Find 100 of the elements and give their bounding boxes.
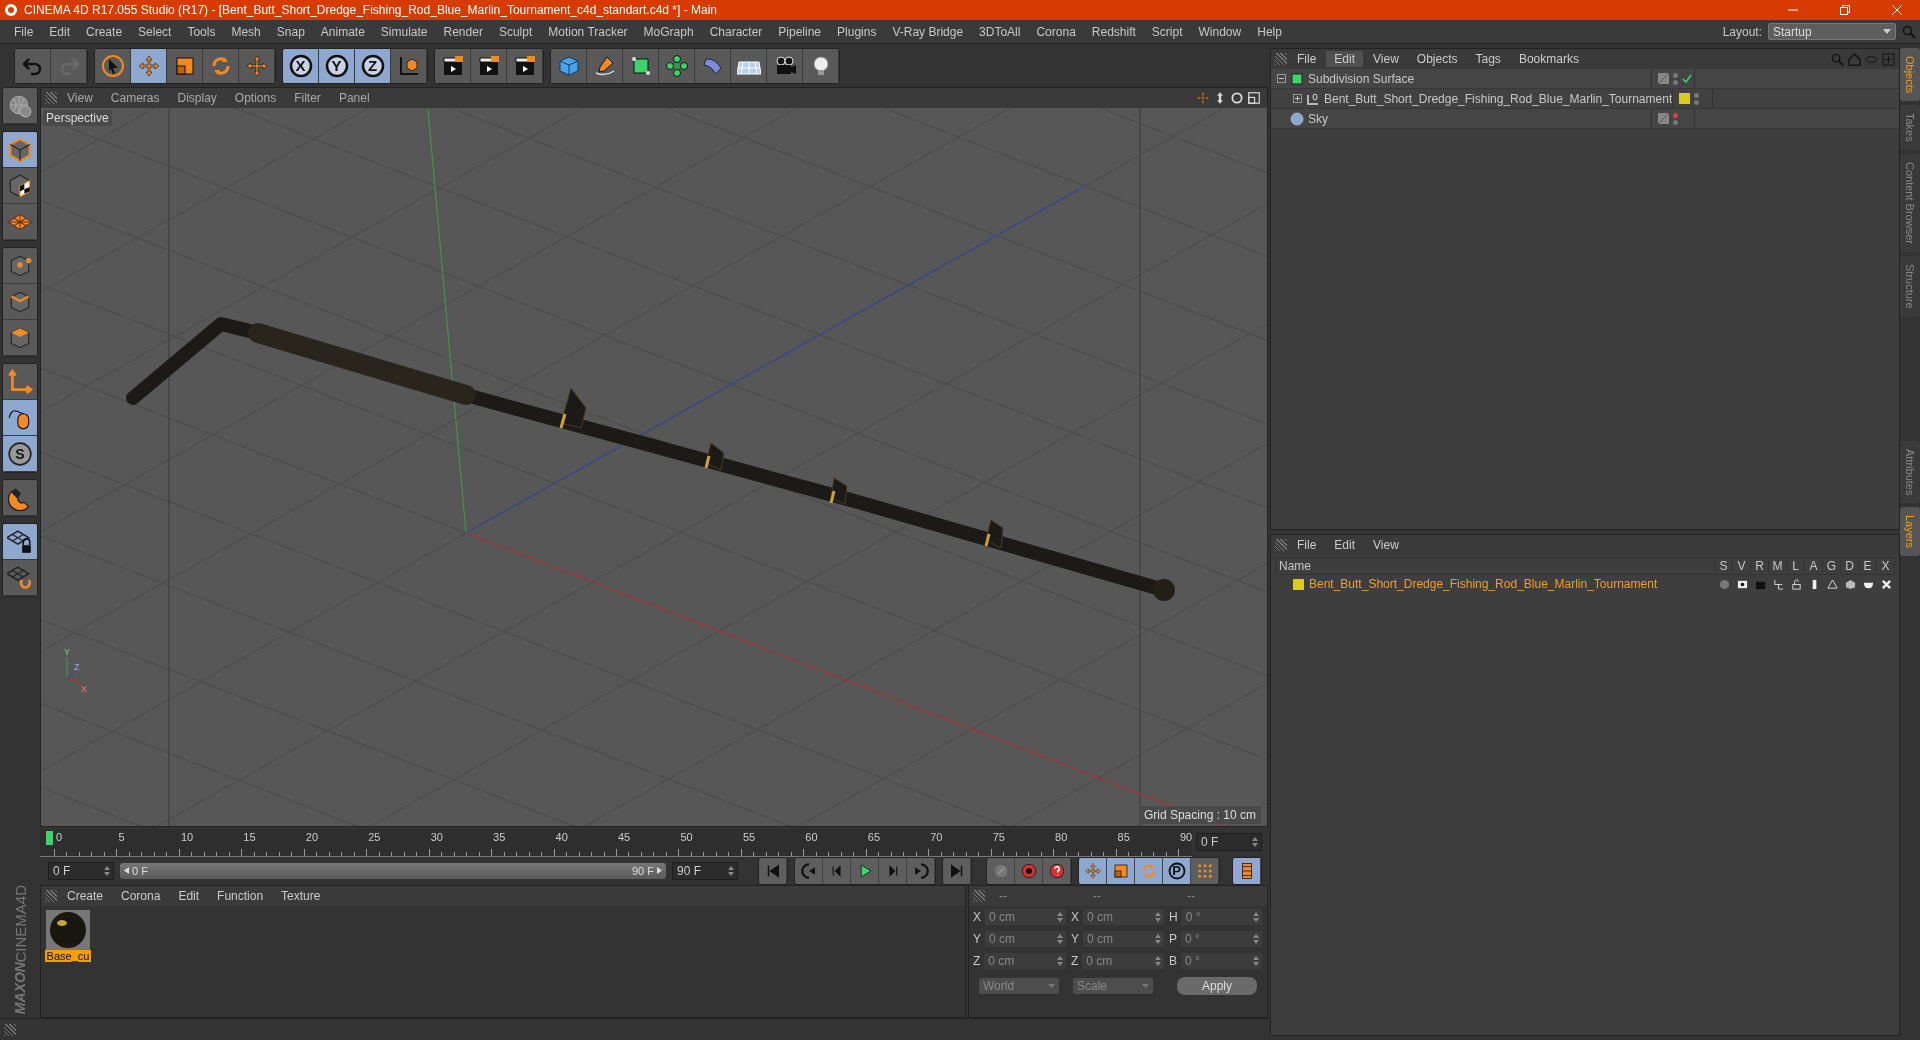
material-menu-item[interactable]: Texture [273, 887, 329, 904]
tool-button[interactable] [167, 48, 203, 83]
menu-item[interactable]: Redshift [1083, 21, 1144, 42]
menu-item[interactable]: MoGraph [635, 21, 702, 42]
tool-button[interactable] [731, 48, 767, 83]
spinner-icon[interactable] [1057, 955, 1063, 966]
tool-button[interactable] [3, 204, 37, 241]
spinner-icon[interactable] [1252, 837, 1258, 848]
material-preview[interactable] [46, 909, 90, 950]
tool-button[interactable]: Y [319, 48, 355, 83]
menu-item[interactable]: Edit [41, 21, 79, 42]
pyramid-icon[interactable] [1826, 578, 1838, 590]
menu-item[interactable]: Animate [312, 21, 373, 42]
grip-handle[interactable] [1275, 53, 1287, 65]
menu-item[interactable]: Help [1249, 21, 1290, 42]
menu-item[interactable]: Render [435, 21, 491, 42]
object-menu-item[interactable]: Bookmarks [1510, 51, 1587, 67]
tool-button[interactable] [3, 168, 37, 205]
end-frame-field[interactable]: 90 F [672, 861, 738, 880]
tool-button[interactable] [3, 248, 37, 285]
object-menu-item[interactable]: File [1289, 51, 1325, 67]
tool-button[interactable] [507, 48, 543, 83]
tool-button[interactable]: X [283, 48, 319, 83]
tool-button[interactable] [3, 88, 37, 125]
playhead[interactable] [46, 831, 53, 846]
menu-item[interactable]: Motion Tracker [540, 21, 636, 42]
layer-name[interactable]: Bent_Butt_Short_Dredge_Fishing_Rod_Blue_Marlin_Tournament [1309, 577, 1658, 591]
tool-button[interactable] [659, 48, 695, 83]
spinner-icon[interactable] [728, 865, 734, 876]
spinner-icon[interactable] [1155, 955, 1161, 966]
timeline-button[interactable] [1233, 857, 1261, 884]
grip-handle[interactable] [45, 889, 57, 902]
material-menu-item[interactable]: Corona [113, 887, 169, 904]
layer-menu-item[interactable]: Edit [1326, 537, 1364, 553]
viewport-menu-item[interactable]: Options [226, 91, 285, 106]
lock-icon[interactable] [1790, 578, 1802, 590]
object-name[interactable]: Bent_Butt_Short_Dredge_Fishing_Rod_Blue_Marlin_Tournament [1324, 91, 1673, 106]
menu-item[interactable]: Plugins [829, 21, 885, 42]
menu-item[interactable]: Mesh [223, 21, 269, 42]
material-menu-item[interactable]: Function [209, 887, 272, 904]
keying-button[interactable] [1191, 857, 1219, 884]
viewport-menu-item[interactable]: Panel [330, 91, 378, 106]
range-slider[interactable]: 0 F 90 F [120, 862, 666, 879]
tool-button[interactable] [435, 48, 471, 83]
menu-item[interactable]: Create [78, 21, 131, 42]
xpresso-icon[interactable] [1880, 578, 1892, 590]
tool-button[interactable] [587, 48, 623, 83]
spinner-icon[interactable] [1155, 933, 1161, 944]
spinner-icon[interactable] [1253, 911, 1259, 922]
playback-button[interactable] [851, 857, 879, 884]
spinner-icon[interactable] [1253, 955, 1259, 966]
menu-item[interactable]: Select [130, 21, 180, 42]
grip-handle[interactable] [1275, 539, 1287, 551]
keying-button[interactable] [1079, 857, 1107, 884]
menu-item[interactable]: Snap [268, 21, 313, 42]
tool-button[interactable] [131, 48, 167, 83]
expand-icon[interactable] [1293, 94, 1302, 103]
solo-dot-icon[interactable] [1718, 578, 1730, 590]
menu-item[interactable]: Tools [179, 21, 224, 42]
grip-handle[interactable] [4, 1023, 16, 1036]
check-icon[interactable] [1682, 73, 1692, 84]
material-menu-item[interactable]: Edit [170, 887, 208, 904]
spinner-icon[interactable] [1057, 911, 1063, 922]
menu-item[interactable]: Simulate [372, 21, 436, 42]
tool-button[interactable] [203, 48, 239, 83]
current-frame-field[interactable]: 0 F [1196, 833, 1262, 852]
grip-handle[interactable] [973, 889, 985, 902]
visibility-dots[interactable] [1673, 112, 1678, 125]
hierarchy-icon[interactable] [1772, 578, 1784, 590]
keying-button[interactable] [1015, 857, 1043, 884]
orbit-icon[interactable] [1230, 91, 1244, 106]
tool-button[interactable] [3, 480, 37, 517]
keying-button[interactable]: P [1163, 857, 1191, 884]
tool-button[interactable] [391, 48, 427, 83]
keying-button[interactable] [1107, 857, 1135, 884]
apply-button[interactable]: Apply [1177, 976, 1257, 995]
spinner-icon[interactable] [104, 865, 110, 876]
menu-item[interactable]: 3DToAll [971, 21, 1029, 42]
side-tab[interactable]: Objects [1900, 48, 1920, 102]
tool-button[interactable] [3, 560, 37, 597]
start-frame-field[interactable]: 0 F [48, 861, 114, 880]
object-name[interactable]: Subdivision Surface [1308, 71, 1415, 86]
side-tab[interactable]: Layers [1900, 506, 1920, 556]
menu-item[interactable]: Character [701, 21, 771, 42]
tool-button[interactable] [623, 48, 659, 83]
menu-item[interactable]: Corona [1028, 21, 1084, 42]
maximize-icon[interactable] [1247, 91, 1261, 106]
tool-button[interactable] [471, 48, 507, 83]
menu-item[interactable]: V-Ray Bridge [884, 21, 972, 42]
cube-icon[interactable] [1844, 578, 1856, 590]
menu-item[interactable]: Window [1190, 21, 1250, 42]
tool-button[interactable] [767, 48, 803, 83]
viewport-menu-item[interactable]: Display [169, 91, 225, 106]
tool-button[interactable] [95, 48, 131, 83]
tool-button[interactable] [3, 524, 37, 561]
tool-button[interactable]: S [3, 436, 37, 473]
keying-button[interactable] [1043, 857, 1071, 884]
menu-item[interactable]: Pipeline [770, 21, 830, 42]
object-menu-item[interactable]: Objects [1408, 51, 1466, 67]
tool-button[interactable] [803, 48, 839, 83]
